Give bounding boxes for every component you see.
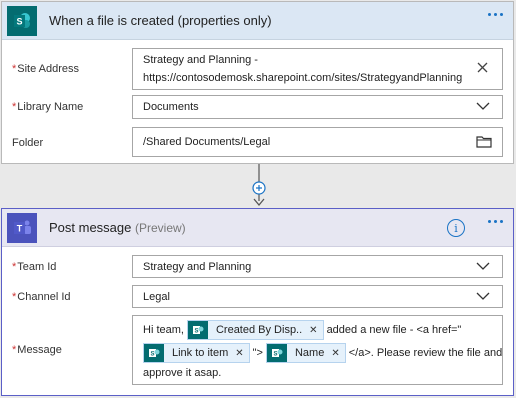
- site-address-value-line1: Strategy and Planning -: [143, 54, 258, 66]
- remove-token-icon[interactable]: ✕: [233, 348, 248, 359]
- message-text: </a>. Please review the file and: [348, 347, 503, 359]
- token-label: Link to item: [172, 347, 229, 359]
- library-name-value: Documents: [143, 101, 199, 113]
- sharepoint-icon: S: [7, 5, 37, 36]
- svg-text:S: S: [16, 16, 22, 26]
- preview-tag: (Preview): [135, 221, 186, 235]
- sharepoint-icon: S: [187, 321, 208, 339]
- sharepoint-icon: S: [266, 344, 287, 362]
- channel-id-dropdown[interactable]: Legal: [132, 285, 503, 308]
- folder-field[interactable]: /Shared Documents/Legal: [132, 127, 503, 157]
- library-name-label: *Library Name: [12, 101, 84, 113]
- teams-icon: T: [7, 212, 37, 243]
- folder-label: Folder: [12, 137, 44, 149]
- message-text: approve it asap.: [143, 367, 222, 379]
- folder-value: /Shared Documents/Legal: [143, 136, 271, 148]
- message-text: ">: [252, 347, 263, 359]
- chevron-down-icon: [476, 262, 490, 274]
- dynamic-token-name[interactable]: S Name ✕: [265, 343, 346, 363]
- channel-id-label: *Channel Id: [12, 291, 71, 303]
- team-id-label: *Team Id: [12, 261, 57, 273]
- dynamic-token-link-to-item[interactable]: S Link to item ✕: [143, 343, 250, 363]
- message-editor[interactable]: Hi team, S Created By Disp.. ✕ added a n…: [132, 315, 503, 385]
- more-options-icon[interactable]: [488, 220, 503, 223]
- action-header[interactable]: T Post message (Preview) i: [2, 209, 513, 247]
- remove-token-icon[interactable]: ✕: [329, 348, 344, 359]
- channel-id-value: Legal: [143, 291, 170, 303]
- token-label: Name: [294, 347, 325, 359]
- team-id-dropdown[interactable]: Strategy and Planning: [132, 255, 503, 278]
- chevron-down-icon: [476, 292, 490, 304]
- action-card: T Post message (Preview) i *Team Id Stra…: [1, 208, 514, 396]
- library-name-dropdown[interactable]: Documents: [132, 95, 503, 119]
- token-label: Created By Disp..: [215, 324, 303, 336]
- svg-text:S: S: [150, 352, 154, 358]
- action-title: Post message (Preview): [49, 220, 186, 235]
- site-address-value-line2: https://contosodemosk.sharepoint.com/sit…: [143, 72, 463, 84]
- svg-text:T: T: [17, 223, 23, 233]
- info-icon[interactable]: i: [447, 219, 465, 237]
- clear-icon[interactable]: [477, 62, 488, 76]
- message-text: added a new file - <a href=": [326, 324, 462, 336]
- trigger-card: S When a file is created (properties onl…: [1, 1, 514, 164]
- sharepoint-icon: S: [144, 344, 164, 362]
- svg-text:S: S: [194, 329, 198, 335]
- folder-icon[interactable]: [476, 135, 492, 151]
- chevron-down-icon: [476, 102, 490, 114]
- svg-text:S: S: [273, 352, 277, 358]
- site-address-field[interactable]: Strategy and Planning - https://contosod…: [132, 48, 503, 90]
- team-id-value: Strategy and Planning: [143, 261, 252, 273]
- site-address-label: *Site Address: [12, 63, 80, 75]
- dynamic-token-created-by[interactable]: S Created By Disp.. ✕: [186, 320, 324, 340]
- trigger-title: When a file is created (properties only): [49, 13, 272, 28]
- message-label: *Message: [12, 344, 62, 356]
- add-step-connector[interactable]: [252, 164, 266, 208]
- remove-token-icon[interactable]: ✕: [307, 325, 322, 336]
- trigger-header[interactable]: S When a file is created (properties onl…: [2, 2, 513, 40]
- message-text: Hi team,: [143, 324, 184, 336]
- more-options-icon[interactable]: [488, 13, 503, 16]
